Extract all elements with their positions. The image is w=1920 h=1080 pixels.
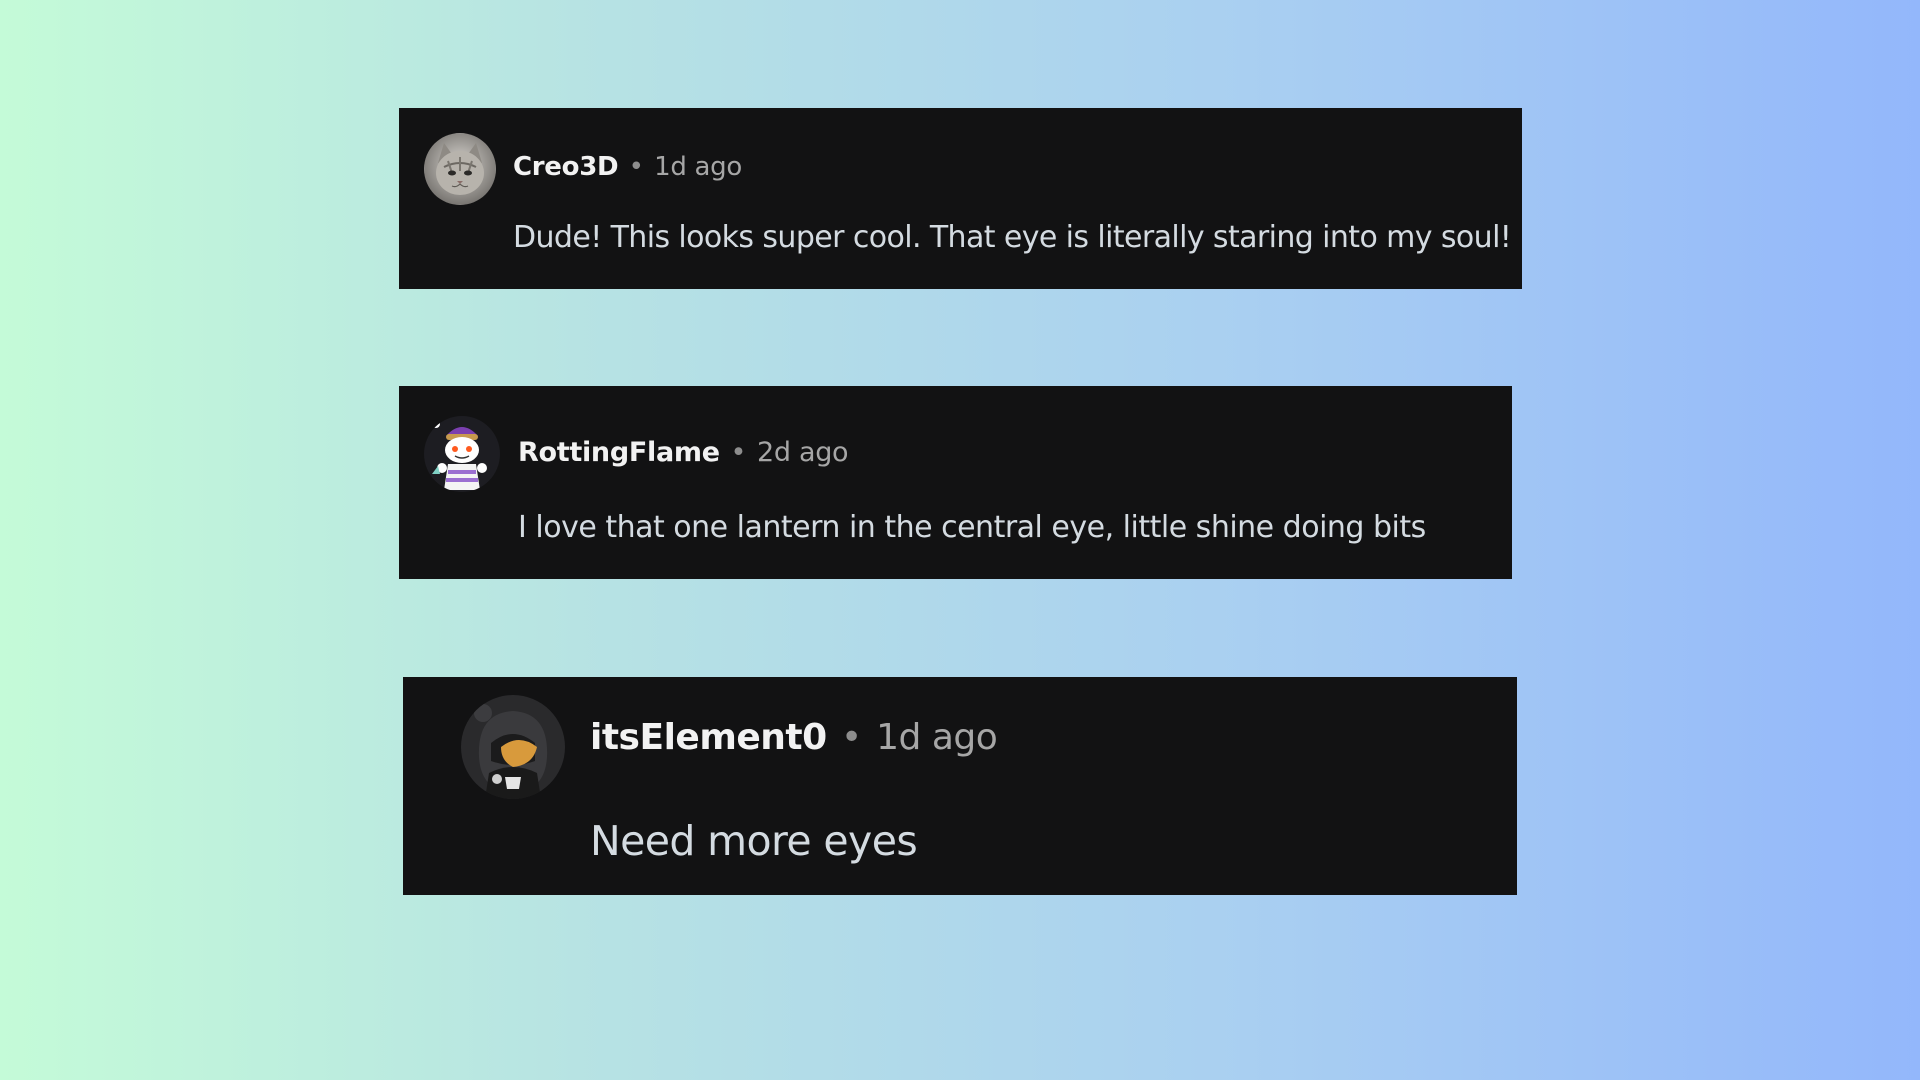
- comment-card: Creo3D • 1d ago Dude! This looks super c…: [399, 108, 1522, 289]
- comment-meta: RottingFlame • 2d ago: [518, 437, 849, 468]
- username-link[interactable]: Creo3D: [513, 152, 619, 182]
- meta-separator: •: [841, 717, 862, 758]
- timestamp[interactable]: 2d ago: [757, 437, 849, 468]
- username-link[interactable]: RottingFlame: [518, 437, 720, 468]
- username-link[interactable]: itsElement0: [590, 717, 827, 758]
- comment-card: RottingFlame • 2d ago I love that one la…: [399, 386, 1512, 579]
- comment-body: I love that one lantern in the central e…: [518, 510, 1426, 545]
- comment-meta: Creo3D • 1d ago: [513, 152, 742, 182]
- hooded-character-avatar-icon[interactable]: [461, 695, 565, 799]
- timestamp[interactable]: 1d ago: [876, 717, 998, 758]
- comment-meta: itsElement0 • 1d ago: [590, 717, 998, 758]
- timestamp[interactable]: 1d ago: [654, 152, 742, 182]
- snoo-avatar-icon[interactable]: [424, 416, 500, 492]
- cat-avatar-icon[interactable]: [424, 133, 496, 205]
- comment-card: itsElement0 • 1d ago Need more eyes: [403, 677, 1517, 895]
- comment-body: Need more eyes: [590, 817, 918, 865]
- meta-separator: •: [730, 437, 747, 468]
- comment-body: Dude! This looks super cool. That eye is…: [513, 220, 1512, 255]
- meta-separator: •: [628, 152, 644, 182]
